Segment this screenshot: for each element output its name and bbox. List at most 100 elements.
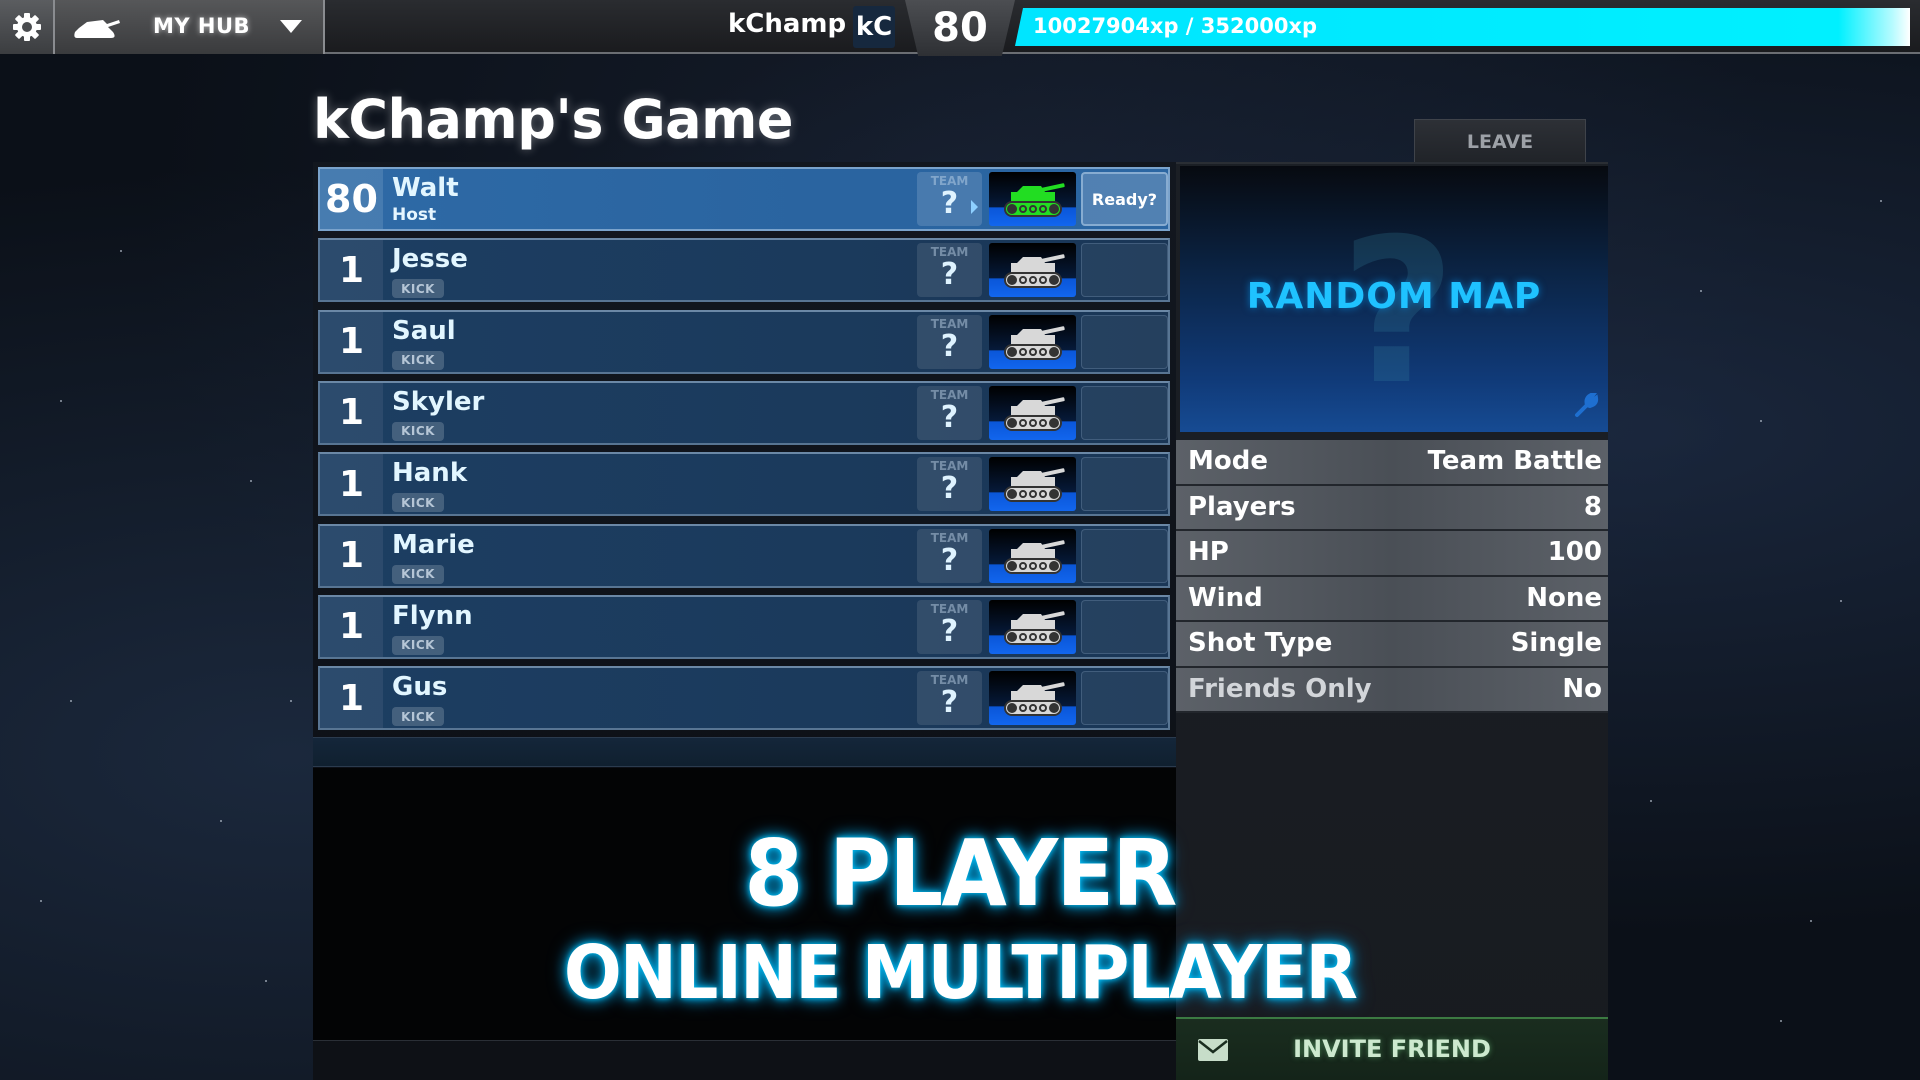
- tank-selector: [989, 599, 1076, 654]
- tank-icon: [1004, 611, 1065, 645]
- player-name: Flynn: [392, 600, 473, 631]
- ready-status-slot: [1081, 671, 1168, 726]
- player-level: 80: [905, 0, 1015, 56]
- tank-icon: [1004, 325, 1065, 360]
- player-name: Walt: [392, 173, 459, 203]
- setting-row-shot-type[interactable]: Shot Type Single: [1176, 622, 1608, 668]
- player-rank: 1: [320, 240, 383, 301]
- team-value: ?: [940, 542, 959, 578]
- xp-text: 10027904xp / 352000xp: [1033, 14, 1318, 38]
- player-rank: 1: [320, 596, 383, 657]
- kick-button[interactable]: KICK: [392, 564, 444, 584]
- top-bar: MY HUB kChamp kC 80 10027904xp / 352000x…: [0, 0, 1920, 56]
- setting-row-friends-only[interactable]: Friends Only No: [1176, 667, 1608, 713]
- team-selector[interactable]: TEAM ?: [917, 314, 982, 369]
- setting-label: HP: [1188, 537, 1229, 567]
- player-row: 1 Skyler KICK TEAM ?: [318, 380, 1170, 445]
- kick-button[interactable]: KICK: [392, 635, 444, 655]
- kick-button[interactable]: KICK: [392, 707, 444, 727]
- tank-selector: [989, 385, 1076, 440]
- map-title: RANDOM MAP: [1246, 276, 1542, 317]
- team-selector[interactable]: TEAM ?: [917, 671, 982, 726]
- host-label: Host: [392, 205, 437, 225]
- tank-icon: [74, 20, 120, 38]
- kick-button[interactable]: KICK: [392, 493, 444, 513]
- star: [1650, 800, 1652, 802]
- hub-menu-dropdown[interactable]: MY HUB: [55, 0, 325, 54]
- kick-button[interactable]: KICK: [392, 279, 444, 299]
- star: [1760, 420, 1762, 422]
- star: [1840, 600, 1842, 602]
- setting-value: Single: [1510, 628, 1602, 658]
- star: [1880, 200, 1882, 202]
- tank-icon: [1004, 183, 1065, 217]
- player-name: Saul: [392, 315, 456, 346]
- player-rank: 1: [320, 525, 383, 586]
- setting-row-hp[interactable]: HP 100: [1176, 531, 1608, 577]
- tank-icon: [1004, 397, 1065, 431]
- setting-label: Shot Type: [1188, 628, 1333, 658]
- tank-selector[interactable]: [989, 172, 1076, 226]
- player-list-footer: [313, 737, 1176, 767]
- player-row: 1 Saul KICK TEAM ?: [318, 309, 1170, 374]
- bottom-strip: [313, 1040, 1176, 1080]
- ready-status-slot: [1081, 385, 1168, 440]
- setting-value: No: [1562, 673, 1602, 704]
- tank-icon: [1004, 539, 1065, 574]
- team-selector[interactable]: TEAM ?: [917, 243, 982, 298]
- team-value: ?: [940, 613, 959, 649]
- ready-status-slot: [1081, 314, 1168, 369]
- page-title: kChamp's Game: [313, 88, 793, 151]
- player-row: 1 Hank KICK TEAM ?: [318, 452, 1170, 517]
- team-selector[interactable]: TEAM ?: [917, 385, 982, 440]
- gear-icon: [12, 13, 41, 41]
- player-row: 1 Marie KICK TEAM ?: [318, 523, 1170, 588]
- team-value: ?: [940, 328, 959, 364]
- star: [290, 700, 292, 702]
- team-value: ?: [940, 471, 959, 507]
- ready-status-slot: [1081, 243, 1168, 298]
- settings-list: Mode Team Battle Players 8 HP 100 Wind None…: [1176, 440, 1608, 713]
- setting-row-wind[interactable]: Wind None: [1176, 576, 1608, 622]
- username: kChamp: [728, 9, 847, 39]
- team-selector[interactable]: TEAM ?: [917, 172, 982, 226]
- player-name: Jesse: [392, 244, 468, 275]
- setting-row-mode[interactable]: Mode Team Battle: [1176, 440, 1608, 486]
- team-selector[interactable]: TEAM ?: [917, 599, 982, 654]
- player-name: Marie: [392, 529, 475, 560]
- kick-button[interactable]: KICK: [392, 350, 444, 370]
- tank-selector: [989, 243, 1076, 298]
- tank-selector: [989, 457, 1076, 512]
- ready-button[interactable]: Ready?: [1081, 172, 1168, 226]
- player-rank: 1: [320, 311, 383, 372]
- setting-label: Wind: [1188, 582, 1263, 613]
- player-row: 1 Gus KICK TEAM ?: [318, 666, 1170, 731]
- leave-button[interactable]: LEAVE: [1414, 119, 1586, 163]
- team-value: ?: [940, 257, 959, 293]
- star: [60, 400, 62, 402]
- tank-selector: [989, 671, 1076, 726]
- star: [250, 480, 252, 482]
- promo-subheadline: ONLINE MULTIPLAYER: [563, 930, 1358, 1016]
- setting-label: Friends Only: [1188, 673, 1372, 704]
- setting-row-players[interactable]: Players 8: [1176, 485, 1608, 531]
- invite-friend-label: INVITE FRIEND: [1293, 1035, 1491, 1063]
- tank-icon: [1004, 254, 1065, 289]
- wrench-icon[interactable]: [1574, 392, 1600, 418]
- player-name: Gus: [392, 672, 448, 703]
- player-rank: 1: [320, 382, 383, 443]
- team-selector[interactable]: TEAM ?: [917, 528, 982, 583]
- invite-friend-button[interactable]: INVITE FRIEND: [1176, 1017, 1608, 1080]
- map-selector[interactable]: ? RANDOM MAP: [1180, 166, 1608, 432]
- settings-button[interactable]: [0, 0, 55, 54]
- tank-selector: [989, 314, 1076, 369]
- tank-icon: [1004, 468, 1065, 503]
- kick-button[interactable]: KICK: [392, 421, 444, 441]
- team-value: ?: [940, 399, 959, 435]
- player-rank: 1: [320, 454, 383, 515]
- player-row: 1 Flynn KICK TEAM ?: [318, 594, 1170, 659]
- star: [120, 250, 122, 252]
- setting-value: 8: [1583, 491, 1602, 522]
- chevron-down-icon: [280, 20, 302, 33]
- team-selector[interactable]: TEAM ?: [917, 457, 982, 512]
